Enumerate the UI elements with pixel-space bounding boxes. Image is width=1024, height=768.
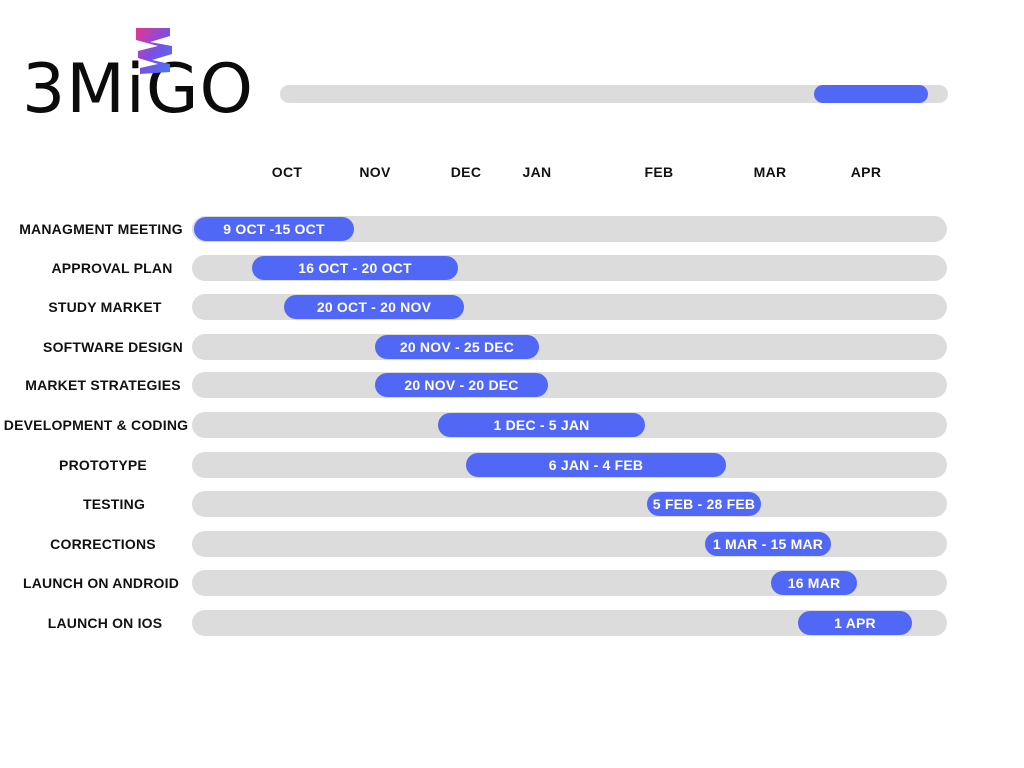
timeline-progress-fill xyxy=(814,85,928,103)
task-bar-testing: 5 FEB - 28 FEB xyxy=(647,492,761,516)
task-label-launch-on-android: LAUNCH ON ANDROID xyxy=(22,575,180,591)
task-bar-managment-meeting: 9 OCT -15 OCT xyxy=(194,217,354,241)
task-track-market-strategies xyxy=(192,372,947,398)
task-bar-corrections: 1 MAR - 15 MAR xyxy=(705,532,831,556)
month-label-jan: JAN xyxy=(522,164,552,180)
task-label-software-design: SOFTWARE DESIGN xyxy=(43,339,183,355)
logo-ribbon-icon xyxy=(136,28,172,74)
task-label-approval-plan: APPROVAL PLAN xyxy=(51,260,173,276)
task-bar-development-coding: 1 DEC - 5 JAN xyxy=(438,413,645,437)
month-label-feb: FEB xyxy=(644,164,674,180)
task-label-market-strategies: MARKET STRATEGIES xyxy=(25,377,181,393)
task-bar-market-strategies: 20 NOV - 20 DEC xyxy=(375,373,548,397)
month-label-dec: DEC xyxy=(450,164,482,180)
task-bar-launch-on-android: 16 MAR xyxy=(771,571,857,595)
task-track-corrections xyxy=(192,531,947,557)
task-bar-study-market: 20 OCT - 20 NOV xyxy=(284,295,464,319)
task-label-corrections: CORRECTIONS xyxy=(50,536,156,552)
task-label-managment-meeting: MANAGMENT MEETING xyxy=(19,221,183,237)
month-label-apr: APR xyxy=(850,164,882,180)
task-bar-software-design: 20 NOV - 25 DEC xyxy=(375,335,539,359)
task-bar-launch-on-ios: 1 APR xyxy=(798,611,912,635)
task-label-testing: TESTING xyxy=(82,496,146,512)
task-label-study-market: STUDY MARKET xyxy=(48,299,162,315)
task-bar-prototype: 6 JAN - 4 FEB xyxy=(466,453,726,477)
month-label-nov: NOV xyxy=(359,164,391,180)
brand-logo: 3MiGO xyxy=(22,26,267,126)
task-label-prototype: PROTOTYPE xyxy=(59,457,147,473)
task-bar-approval-plan: 16 OCT - 20 OCT xyxy=(252,256,458,280)
task-track-software-design xyxy=(192,334,947,360)
month-label-mar: MAR xyxy=(753,164,787,180)
task-track-testing xyxy=(192,491,947,517)
timeline-progress-track xyxy=(280,85,948,103)
month-label-oct: OCT xyxy=(271,164,303,180)
task-label-development-coding: DEVELOPMENT & CODING xyxy=(3,417,189,433)
task-label-launch-on-ios: LAUNCH ON IOS xyxy=(47,615,163,631)
